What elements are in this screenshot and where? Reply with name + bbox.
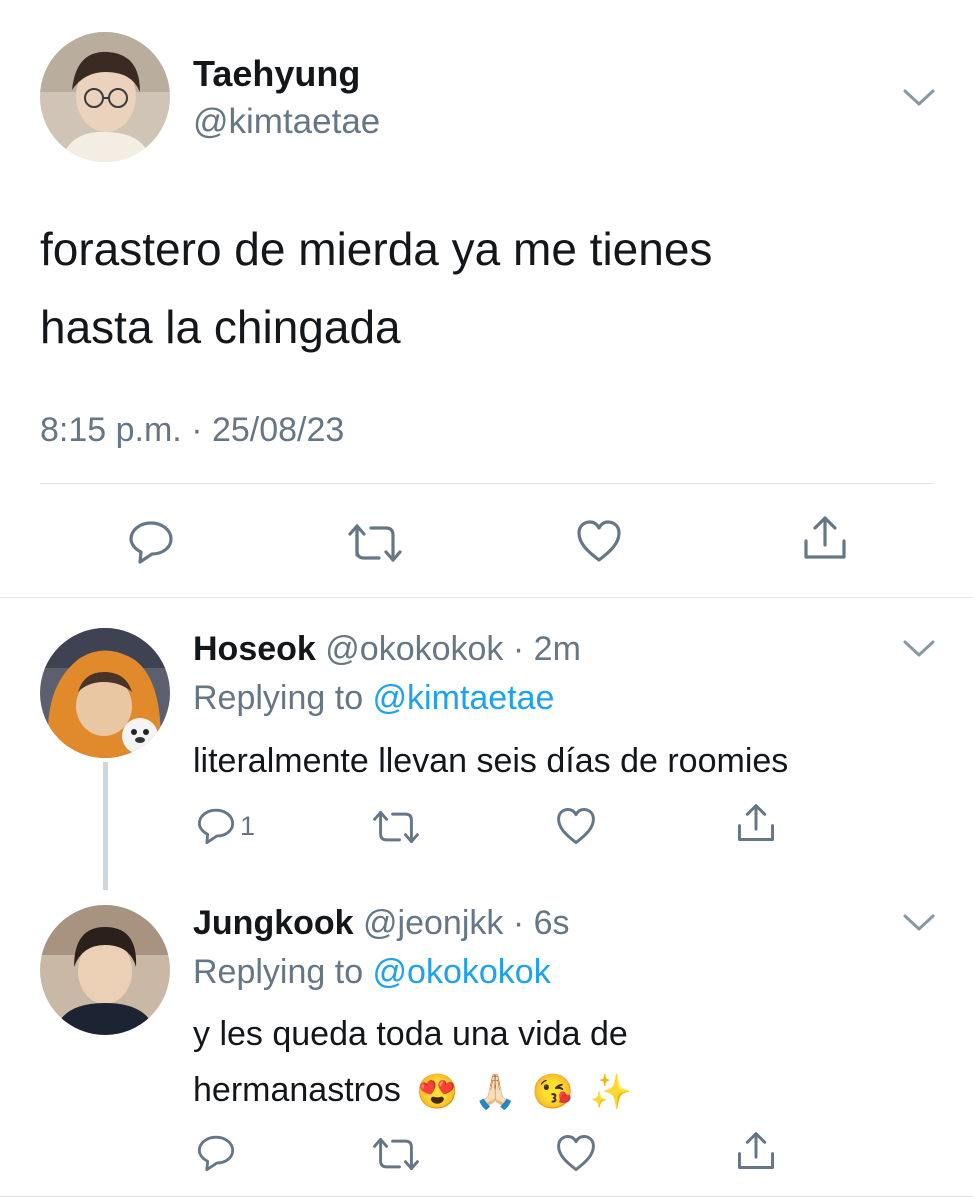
- share-button[interactable]: [736, 803, 776, 843]
- replying-to: Replying to @kimtaetae: [193, 677, 554, 719]
- retweet-button[interactable]: [347, 521, 403, 565]
- chevron-down-icon[interactable]: [902, 88, 936, 108]
- reply-time[interactable]: 6s: [534, 904, 570, 942]
- main-tweet-text: forastero de mierda ya me tienes hasta l…: [40, 210, 940, 366]
- main-tweet-divider: [40, 483, 934, 484]
- like-button[interactable]: [555, 1133, 597, 1173]
- avatar-taehyung[interactable]: [40, 32, 170, 162]
- share-icon: [738, 1132, 774, 1169]
- emoji-heart-eyes: 😍: [416, 1073, 459, 1112]
- retweet-icon: [373, 810, 419, 844]
- replying-to: Replying to @okokokok: [193, 951, 551, 993]
- reply-icon: [129, 521, 173, 564]
- reply-text-line2-words: hermanastros: [193, 1071, 401, 1109]
- reply-separator: ·: [503, 904, 534, 942]
- like-icon: [557, 1135, 595, 1171]
- share-icon: [804, 516, 846, 559]
- section-divider: [0, 597, 973, 598]
- replying-to-link[interactable]: @kimtaetae: [373, 679, 555, 717]
- like-button[interactable]: [575, 518, 623, 564]
- reply-icon: [197, 808, 235, 845]
- retweet-icon: [348, 524, 402, 562]
- like-icon: [577, 520, 621, 562]
- chevron-down-icon[interactable]: [902, 913, 936, 933]
- main-tweet-name[interactable]: Taehyung: [193, 52, 360, 96]
- main-tweet-text-line1: forastero de mierda ya me tienes: [40, 223, 713, 275]
- retweet-icon: [373, 1137, 419, 1171]
- avatar-hoseok[interactable]: [40, 628, 170, 758]
- share-icon: [738, 804, 774, 841]
- bottom-divider: [0, 1196, 973, 1197]
- reply-count: 1: [240, 810, 256, 841]
- reply-text: literalmente llevan seis días de roomies: [193, 742, 789, 780]
- reply-button[interactable]: [196, 1133, 236, 1173]
- reply-icon: [197, 1135, 235, 1172]
- main-tweet-timestamp[interactable]: 8:15 p.m. · 25/08/23: [40, 408, 344, 452]
- replying-to-prefix: Replying to: [193, 679, 373, 717]
- main-tweet-handle[interactable]: @kimtaetae: [193, 101, 380, 143]
- like-button[interactable]: [555, 806, 597, 846]
- emoji-kissing-face: 😘: [531, 1073, 575, 1112]
- chevron-down-icon[interactable]: [902, 639, 936, 659]
- reply-author-name[interactable]: Hoseok: [193, 630, 316, 668]
- main-tweet-text-line2: hasta la chingada: [40, 301, 401, 353]
- emoji-folded-hands: 🙏🏻: [474, 1073, 517, 1112]
- reply-author-handle[interactable]: @okokokok: [325, 630, 503, 668]
- reply-separator: ·: [503, 630, 534, 668]
- reply-button[interactable]: 1: [196, 806, 255, 846]
- share-button[interactable]: [736, 1131, 776, 1171]
- reply-header: Jungkook @jeonjkk · 6s: [193, 902, 570, 944]
- reply-author-name[interactable]: Jungkook: [193, 904, 354, 942]
- thread-connector-line: [103, 762, 108, 890]
- reply-author-handle[interactable]: @jeonjkk: [363, 904, 503, 942]
- emoji-sparkles: ✨: [589, 1073, 633, 1112]
- share-button[interactable]: [802, 515, 848, 561]
- avatar-jungkook[interactable]: [40, 905, 170, 1035]
- reply-text-line2: hermanastros 😍 🙏🏻 😘 ✨: [193, 1062, 933, 1120]
- reply-text-line1: y les queda toda una vida de: [193, 1015, 628, 1053]
- replying-to-prefix: Replying to: [193, 953, 373, 991]
- reply-text: y les queda toda una vida de hermanastro…: [193, 1006, 933, 1120]
- like-icon: [557, 808, 595, 844]
- reply-time[interactable]: 2m: [534, 630, 581, 668]
- replying-to-link[interactable]: @okokokok: [373, 953, 551, 991]
- retweet-button[interactable]: [372, 1135, 420, 1173]
- retweet-button[interactable]: [372, 808, 420, 846]
- reply-header: Hoseok @okokokok · 2m: [193, 628, 581, 670]
- reply-button[interactable]: [127, 519, 175, 565]
